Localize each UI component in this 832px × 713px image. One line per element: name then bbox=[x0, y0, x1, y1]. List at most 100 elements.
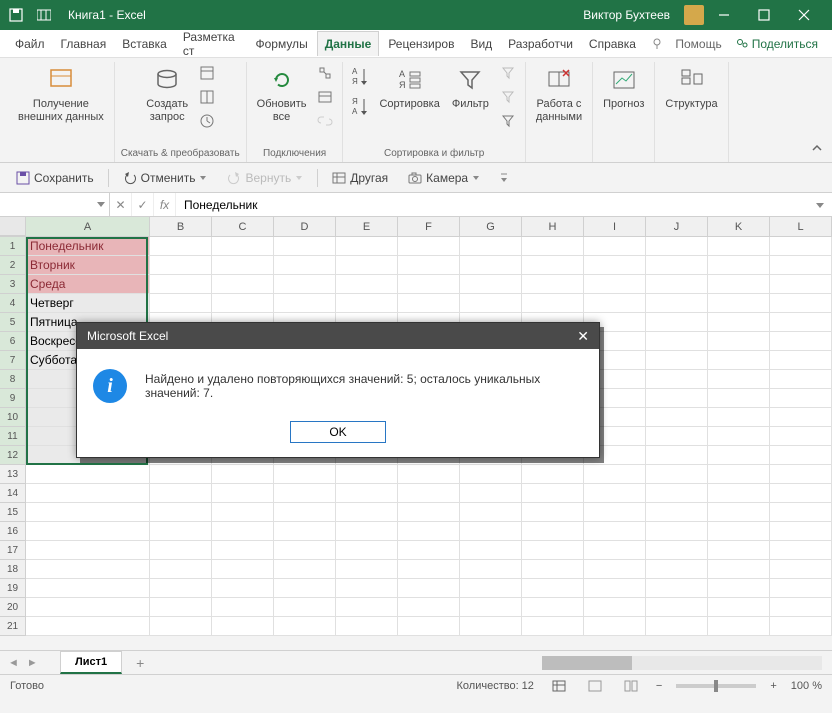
cell[interactable] bbox=[150, 503, 212, 522]
page-layout-view-icon[interactable] bbox=[584, 677, 606, 695]
cell[interactable] bbox=[336, 484, 398, 503]
cell[interactable] bbox=[708, 237, 770, 256]
cell[interactable] bbox=[274, 579, 336, 598]
cell[interactable] bbox=[274, 560, 336, 579]
cell[interactable] bbox=[336, 522, 398, 541]
col-header[interactable]: L bbox=[770, 217, 832, 236]
cell[interactable] bbox=[584, 465, 646, 484]
cell[interactable] bbox=[460, 522, 522, 541]
cell[interactable] bbox=[770, 389, 832, 408]
cell[interactable] bbox=[770, 522, 832, 541]
zoom-in-button[interactable]: + bbox=[770, 680, 776, 692]
cell[interactable] bbox=[212, 617, 274, 636]
cell[interactable] bbox=[770, 484, 832, 503]
cell[interactable] bbox=[646, 579, 708, 598]
cell[interactable] bbox=[646, 465, 708, 484]
cell[interactable] bbox=[26, 503, 150, 522]
refresh-all-button[interactable]: Обновить все bbox=[253, 62, 311, 126]
cell[interactable] bbox=[26, 484, 150, 503]
row-header[interactable]: 17 bbox=[0, 541, 26, 560]
cell[interactable] bbox=[770, 446, 832, 465]
cell[interactable] bbox=[708, 446, 770, 465]
cell[interactable] bbox=[646, 446, 708, 465]
cell[interactable] bbox=[522, 541, 584, 560]
cell[interactable] bbox=[584, 598, 646, 617]
cell[interactable] bbox=[646, 294, 708, 313]
clear-filter-icon[interactable] bbox=[497, 62, 519, 84]
col-header[interactable]: H bbox=[522, 217, 584, 236]
redo-button[interactable]: Вернуть bbox=[221, 168, 309, 188]
cell[interactable] bbox=[770, 579, 832, 598]
cell[interactable] bbox=[770, 351, 832, 370]
cell[interactable] bbox=[646, 522, 708, 541]
cell[interactable] bbox=[274, 617, 336, 636]
cell[interactable] bbox=[212, 237, 274, 256]
cell[interactable] bbox=[646, 370, 708, 389]
cell[interactable] bbox=[150, 617, 212, 636]
cell[interactable] bbox=[770, 294, 832, 313]
col-header[interactable]: I bbox=[584, 217, 646, 236]
row-header[interactable]: 11 bbox=[0, 427, 26, 446]
ok-button[interactable]: OK bbox=[290, 421, 385, 443]
cell[interactable] bbox=[770, 617, 832, 636]
cell[interactable] bbox=[460, 256, 522, 275]
cell[interactable] bbox=[212, 465, 274, 484]
row-header[interactable]: 4 bbox=[0, 294, 26, 313]
prev-sheet-icon[interactable]: ◄ bbox=[8, 657, 19, 669]
cell[interactable] bbox=[770, 465, 832, 484]
next-sheet-icon[interactable]: ► bbox=[27, 657, 38, 669]
cell[interactable] bbox=[150, 579, 212, 598]
cell[interactable] bbox=[398, 294, 460, 313]
normal-view-icon[interactable] bbox=[548, 677, 570, 695]
cell[interactable] bbox=[26, 579, 150, 598]
cell[interactable] bbox=[770, 541, 832, 560]
cell[interactable] bbox=[522, 598, 584, 617]
cell[interactable] bbox=[646, 560, 708, 579]
cell[interactable] bbox=[522, 465, 584, 484]
maximize-button[interactable] bbox=[744, 0, 784, 30]
cell[interactable] bbox=[584, 484, 646, 503]
row-header[interactable]: 9 bbox=[0, 389, 26, 408]
cell[interactable] bbox=[336, 294, 398, 313]
tell-me-icon[interactable] bbox=[647, 32, 667, 56]
cell[interactable] bbox=[460, 541, 522, 560]
cell[interactable] bbox=[336, 256, 398, 275]
row-header[interactable]: 13 bbox=[0, 465, 26, 484]
cell[interactable] bbox=[584, 237, 646, 256]
cell[interactable] bbox=[212, 294, 274, 313]
cell[interactable] bbox=[212, 275, 274, 294]
autosave-icon[interactable] bbox=[8, 7, 24, 23]
cell[interactable] bbox=[336, 541, 398, 560]
cell[interactable] bbox=[646, 256, 708, 275]
expand-formula-icon[interactable] bbox=[808, 200, 832, 210]
cell[interactable] bbox=[398, 465, 460, 484]
cell[interactable] bbox=[150, 275, 212, 294]
row-header[interactable]: 18 bbox=[0, 560, 26, 579]
cell[interactable] bbox=[150, 541, 212, 560]
cell[interactable] bbox=[646, 389, 708, 408]
cell[interactable] bbox=[708, 598, 770, 617]
col-header[interactable]: J bbox=[646, 217, 708, 236]
get-external-data-button[interactable]: Получение внешних данных bbox=[14, 62, 108, 126]
cell[interactable] bbox=[26, 617, 150, 636]
tab-help[interactable]: Справка bbox=[582, 32, 643, 56]
cell[interactable] bbox=[336, 598, 398, 617]
zoom-out-button[interactable]: − bbox=[656, 680, 662, 692]
col-header[interactable]: E bbox=[336, 217, 398, 236]
cell[interactable] bbox=[522, 617, 584, 636]
cell[interactable] bbox=[336, 579, 398, 598]
cell[interactable] bbox=[212, 579, 274, 598]
cell[interactable] bbox=[646, 598, 708, 617]
cell[interactable] bbox=[522, 237, 584, 256]
cell[interactable] bbox=[770, 427, 832, 446]
cell[interactable] bbox=[274, 465, 336, 484]
cell[interactable] bbox=[708, 560, 770, 579]
help-label[interactable]: Помощь bbox=[669, 33, 727, 55]
user-avatar[interactable] bbox=[684, 5, 704, 25]
cell[interactable] bbox=[398, 503, 460, 522]
cell[interactable] bbox=[770, 313, 832, 332]
show-queries-icon[interactable] bbox=[196, 62, 218, 84]
camera-button[interactable]: Камера bbox=[402, 168, 486, 188]
cell[interactable] bbox=[150, 522, 212, 541]
cell[interactable]: Четверг bbox=[26, 294, 150, 313]
